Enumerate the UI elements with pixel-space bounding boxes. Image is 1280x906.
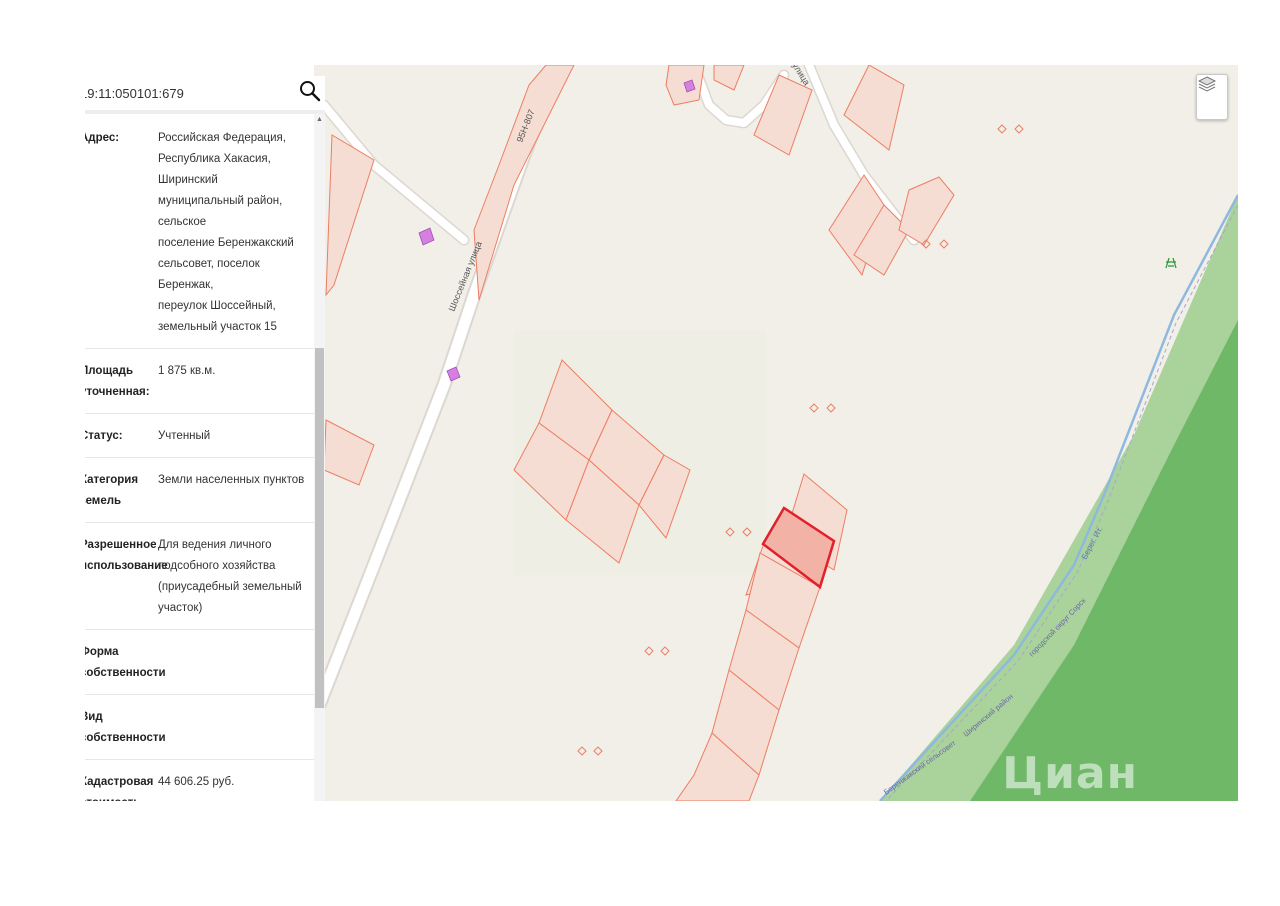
detail-row: Форма собственности	[85, 630, 314, 695]
parcel-point	[660, 646, 670, 656]
parcel[interactable]	[898, 176, 955, 246]
detail-key: Разрешенное использование	[85, 539, 168, 572]
parcel-point	[826, 403, 836, 413]
detail-row: Вид собственности	[85, 695, 314, 760]
parcel-point	[939, 239, 949, 249]
layers-button[interactable]	[1196, 74, 1228, 120]
search-icon[interactable]	[299, 80, 321, 107]
watermark-logo: Циан	[1002, 748, 1138, 799]
parcel-point	[997, 124, 1007, 134]
parcel-point	[644, 646, 654, 656]
parcel-point	[593, 746, 603, 756]
detail-key: Статус:	[85, 430, 123, 442]
detail-row: Категория земель Земли населенных пунктов	[85, 458, 314, 523]
detail-value: Российская Федерация, Республика Хакасия…	[158, 132, 294, 333]
building-marker	[418, 227, 435, 246]
detail-row: Адрес: Российская Федерация, Республика Х…	[85, 116, 314, 349]
info-panel: Адрес: Российская Федерация, Республика Х…	[85, 76, 325, 801]
detail-value: Для ведения личного подсобного хозяйства…	[158, 539, 302, 614]
detail-key: Кадастровая стоимость	[85, 776, 154, 801]
parcel-point	[1014, 124, 1024, 134]
search-input[interactable]	[85, 83, 280, 103]
parcel-point	[577, 746, 587, 756]
search-bar	[85, 76, 325, 114]
picnic-icon	[1165, 257, 1177, 269]
detail-value	[158, 642, 314, 684]
parcel[interactable]	[753, 74, 813, 156]
parcel-details: Адрес: Российская Федерация, Республика Х…	[85, 116, 314, 801]
detail-row: Разрешенное использование Для ведения лич…	[85, 523, 314, 630]
scroll-up-arrow-icon[interactable]: ▲	[315, 116, 324, 124]
detail-key: Вид собственности	[85, 711, 166, 744]
parcel[interactable]	[323, 419, 375, 486]
detail-value: 44 606.25 руб.	[158, 776, 235, 788]
layers-icon	[1197, 76, 1217, 92]
map-view[interactable]: Шоссейная улица 95Н-807 улица Берег. Ит.…	[314, 65, 1238, 801]
detail-value: 1 875 кв.м.	[158, 365, 216, 377]
detail-key: Адрес:	[85, 132, 120, 144]
detail-key: Категория земель	[85, 474, 139, 507]
detail-value: Учтенный	[158, 430, 211, 442]
parcel[interactable]	[713, 65, 745, 91]
detail-value: Земли населенных пунктов	[158, 474, 305, 486]
parcel[interactable]	[843, 65, 905, 151]
parcel[interactable]	[473, 65, 575, 301]
detail-row: Площадь уточненная: 1 875 кв.м.	[85, 349, 314, 414]
parcel[interactable]	[325, 134, 375, 297]
detail-row: Статус: Учтенный	[85, 414, 314, 458]
scrollbar-thumb[interactable]	[315, 348, 324, 708]
detail-key: Форма собственности	[85, 646, 166, 679]
scrollbar[interactable]: ▲	[314, 114, 325, 801]
parcel-point	[809, 403, 819, 413]
map-canvas[interactable]: Шоссейная улица 95Н-807 улица Берег. Ит.…	[314, 65, 1238, 801]
detail-key: Площадь уточненная:	[85, 365, 150, 398]
detail-value	[158, 707, 314, 749]
detail-row: Кадастровая стоимость 44 606.25 руб.	[85, 760, 314, 801]
